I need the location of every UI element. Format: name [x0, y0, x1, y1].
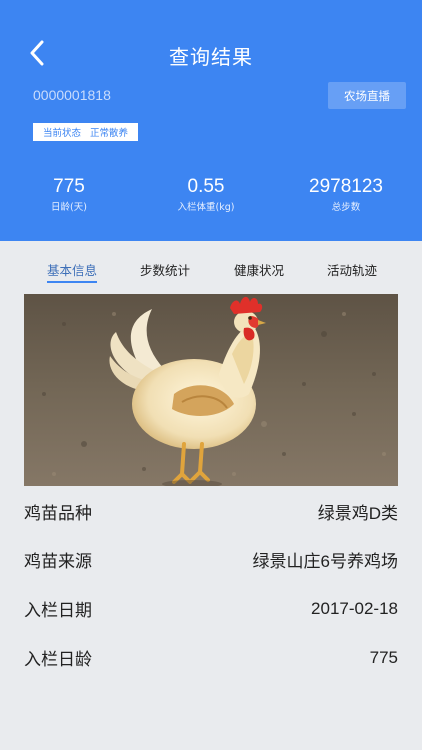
stat-age-label: 日龄(天) — [51, 202, 87, 213]
stat-steps-value: 2978123 — [309, 176, 383, 197]
status-badge: 当前状态 正常散养 — [33, 123, 139, 141]
stat-steps-label: 总步数 — [331, 202, 361, 213]
info-value-entry-date: 2017-02-18 — [311, 598, 398, 618]
chicken-photo — [24, 294, 398, 486]
stat-age: 775 日龄(天) — [14, 176, 124, 214]
page-title: 查询结果 — [169, 45, 253, 69]
screen: 查询结果 0000001818 农场直播 当前状态 正常散养 775 日龄(天)… — [0, 0, 422, 750]
info-row-source: 鸡苗来源 绿景山庄6号养鸡场 — [24, 547, 398, 572]
info-label-entry-age: 入栏日龄 — [24, 650, 92, 670]
info-row-entry-date: 入栏日期 2017-02-18 — [24, 596, 398, 622]
info-value-entry-age: 775 — [369, 647, 398, 667]
record-id: 0000001818 — [33, 87, 111, 103]
stat-steps: 2978123 总步数 — [291, 176, 401, 214]
tab-basic-info[interactable]: 基本信息 — [47, 260, 98, 283]
status-label: 当前状态 — [43, 128, 82, 139]
info-row-breed: 鸡苗品种 绿景鸡D类 — [24, 499, 398, 524]
header: 查询结果 0000001818 农场直播 当前状态 正常散养 775 日龄(天)… — [0, 0, 422, 241]
stat-weight-label: 入栏体重(kg) — [177, 202, 235, 213]
tab-activity-track[interactable]: 活动轨迹 — [327, 260, 377, 279]
info-value-source: 绿景山庄6号养鸡场 — [252, 552, 398, 571]
chicken-image — [24, 294, 398, 486]
stat-weight-value: 0.55 — [187, 176, 225, 197]
info-value-breed: 绿景鸡D类 — [317, 504, 398, 523]
tab-health-status[interactable]: 健康状况 — [234, 260, 284, 279]
stat-age-value: 775 — [53, 176, 85, 197]
info-label-entry-date: 入栏日期 — [24, 601, 92, 621]
tab-bar: 基本信息 步数统计 健康状况 活动轨迹 — [0, 241, 422, 293]
tab-step-stats[interactable]: 步数统计 — [140, 260, 190, 279]
info-label-source: 鸡苗来源 — [24, 552, 92, 572]
info-label-breed: 鸡苗品种 — [24, 504, 92, 524]
stat-weight: 0.55 入栏体重(kg) — [151, 176, 261, 214]
farm-live-button[interactable]: 农场直播 — [328, 82, 406, 109]
info-row-entry-age: 入栏日龄 775 — [24, 645, 398, 671]
status-value: 正常散养 — [90, 128, 129, 139]
